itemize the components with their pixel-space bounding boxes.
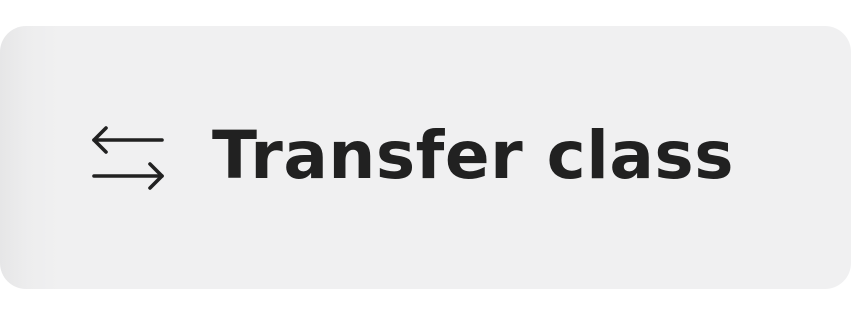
transfer-class-button[interactable]: Transfer class <box>0 26 851 289</box>
page: Transfer class <box>0 0 851 315</box>
transfer-class-label: Transfer class <box>212 116 734 194</box>
transfer-arrows-icon <box>88 118 168 198</box>
